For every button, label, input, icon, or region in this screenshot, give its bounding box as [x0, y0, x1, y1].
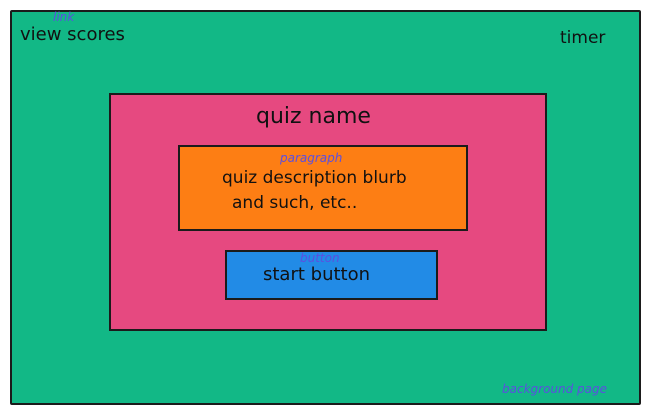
annotation-button: button	[300, 251, 340, 265]
annotation-link: link	[53, 10, 75, 24]
quiz-description-line-2: and such, etc..	[232, 193, 358, 213]
annotation-paragraph: paragraph	[280, 151, 343, 165]
timer: timer	[560, 28, 606, 48]
view-scores-link[interactable]: view scores	[20, 24, 125, 45]
annotation-background-page: background page	[502, 382, 608, 396]
quiz-description-line-1: quiz description blurb	[222, 168, 407, 188]
quiz-name-header: quiz name	[256, 104, 371, 129]
quiz-description: quiz description blurb and such, etc..	[222, 166, 452, 216]
